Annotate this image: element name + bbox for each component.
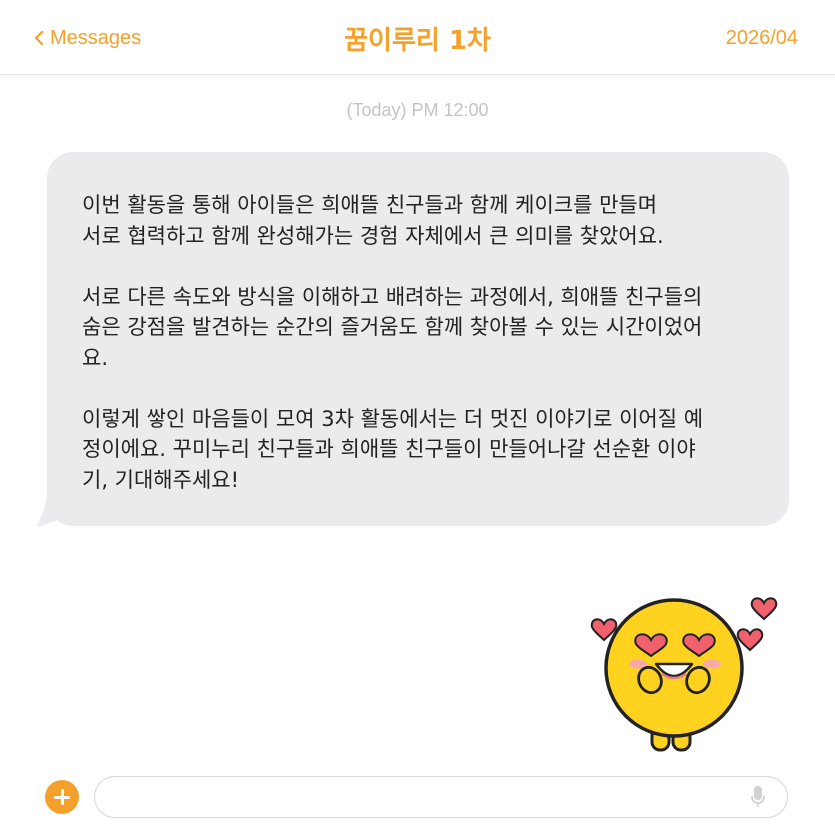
heart-eyes-sticker[interactable] (588, 588, 780, 760)
message-line: 기, 기대해주세요! (82, 467, 240, 492)
message-line: 서로 다른 속도와 방식을 이해하고 배려하는 과정에서, 희애뜰 친구들의 (82, 284, 703, 309)
microphone-icon[interactable] (751, 785, 765, 809)
cheek (703, 659, 721, 669)
message-bubble[interactable]: 이번 활동을 통해 아이들은 희애뜰 친구들과 함께 케이크를 만들며 서로 협… (47, 152, 789, 526)
navigation-bar: Messages 꿈이루리 1차 2026/04 (0, 0, 835, 75)
message-text: 이번 활동을 통해 아이들은 희애뜰 친구들과 함께 케이크를 만들며 서로 협… (82, 190, 782, 495)
message-line: 이번 활동을 통해 아이들은 희애뜰 친구들과 함께 케이크를 만들며 (82, 193, 658, 217)
message-input[interactable] (94, 776, 788, 818)
message-line: 정이에요. 꾸미누리 친구들과 희애뜰 친구들이 만들어나갈 선순환 이야 (82, 437, 696, 461)
floating-heart-icon (736, 628, 764, 652)
message-line: 숨은 강점을 발견하는 순간의 즐거움도 함께 찾아볼 수 있는 시간이었어 (82, 315, 703, 339)
message-line: 서로 협력하고 함께 완성해가는 경험 자체에서 큰 의미를 찾았어요. (82, 223, 664, 248)
message-paragraph: 이번 활동을 통해 아이들은 희애뜰 친구들과 함께 케이크를 만들며 서로 협… (82, 190, 782, 251)
message-line: 요. (82, 345, 108, 370)
plus-circle-icon[interactable] (45, 780, 79, 814)
floating-heart-icon (750, 597, 778, 621)
conversation-title: 꿈이루리 1차 (344, 26, 491, 56)
message-line: 이렇게 쌓인 마음들이 모여 3차 활동에서는 더 멋진 이야기로 이어질 예 (82, 406, 704, 431)
message-paragraph: 이렇게 쌓인 마음들이 모여 3차 활동에서는 더 멋진 이야기로 이어질 예 … (82, 404, 782, 496)
message-timestamp: (Today) PM 12:00 (346, 100, 489, 120)
header-date: 2026/04 (725, 27, 798, 49)
message-paragraph: 서로 다른 속도와 방식을 이해하고 배려하는 과정에서, 희애뜰 친구들의 숨… (82, 282, 782, 374)
